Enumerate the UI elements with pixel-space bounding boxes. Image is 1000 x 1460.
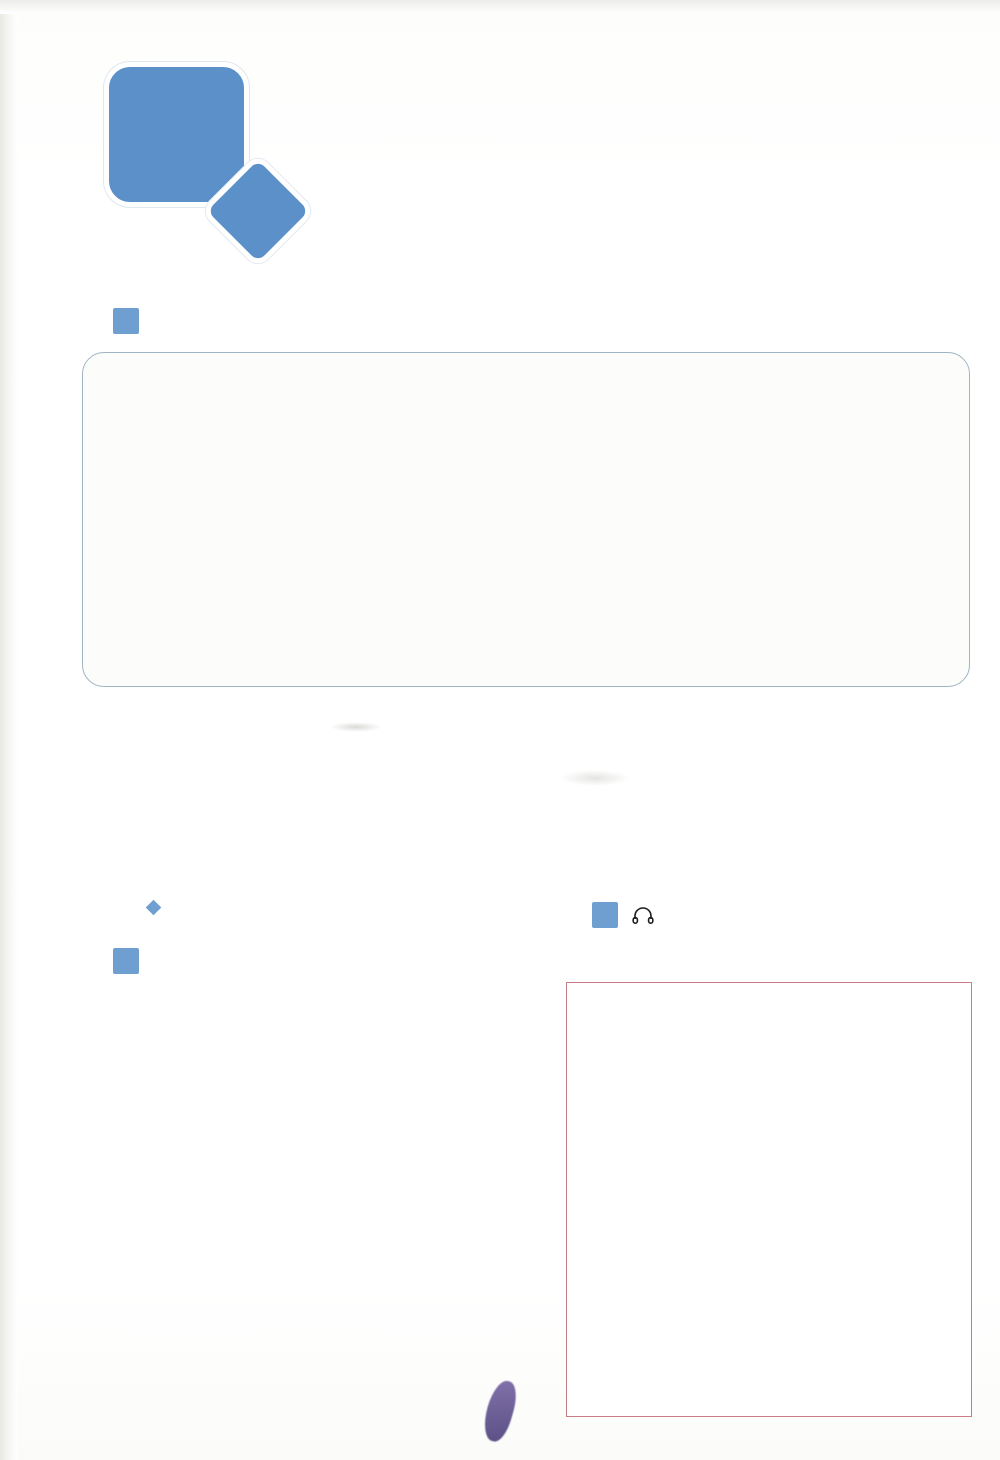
hillside-listening-table-box bbox=[566, 982, 972, 1417]
scan-smudge bbox=[330, 722, 382, 732]
scan-edge-top bbox=[0, 0, 1000, 14]
scan-smudge bbox=[560, 770, 630, 786]
grammar-subheading-row bbox=[145, 899, 171, 916]
exercise-3-instruction bbox=[632, 902, 660, 927]
headphones-icon bbox=[632, 906, 654, 924]
hillside-table bbox=[579, 1009, 959, 1408]
exercise-1-number bbox=[113, 308, 139, 334]
exercise-2-number bbox=[113, 948, 139, 974]
timetable-title bbox=[83, 359, 969, 367]
exercise-3-number bbox=[592, 902, 618, 928]
scan-edge-left bbox=[0, 0, 18, 1460]
diamond-bullet-icon bbox=[145, 899, 162, 916]
timetable-panel bbox=[82, 352, 970, 687]
exercise-2-row bbox=[113, 948, 543, 974]
exercise-3-row bbox=[592, 902, 922, 928]
page-header bbox=[104, 62, 984, 269]
exercise-1-row bbox=[113, 308, 753, 334]
